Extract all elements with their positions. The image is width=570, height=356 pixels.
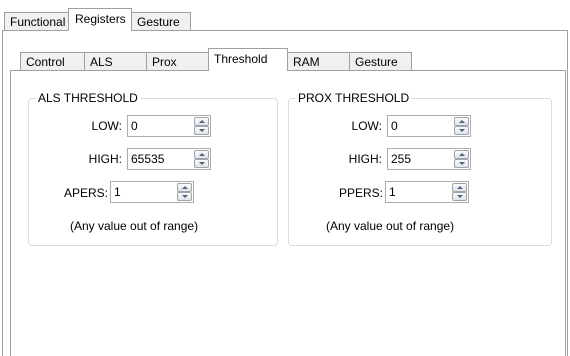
prox-pers-spinner[interactable]: 1 xyxy=(385,181,469,203)
tab-functional[interactable]: Functional xyxy=(4,12,69,30)
spin-down-button[interactable] xyxy=(177,192,192,201)
spin-up-button[interactable] xyxy=(454,150,469,159)
spin-up-button[interactable] xyxy=(177,183,192,192)
arrow-down-icon xyxy=(182,195,188,198)
arrow-up-icon xyxy=(457,186,463,189)
spinner-buttons xyxy=(454,117,469,135)
tab-als[interactable]: ALS xyxy=(84,52,147,70)
spin-down-button[interactable] xyxy=(194,126,209,135)
spinner-value[interactable]: 0 xyxy=(391,118,398,134)
arrow-up-icon xyxy=(459,120,465,123)
spin-down-button[interactable] xyxy=(452,192,467,201)
arrow-down-icon xyxy=(459,129,465,132)
spinner-buttons xyxy=(194,150,209,168)
group-title: PROX THRESHOLD xyxy=(296,90,412,106)
tab-threshold[interactable]: Threshold xyxy=(208,48,288,71)
arrow-up-icon xyxy=(182,186,188,189)
spin-down-button[interactable] xyxy=(194,159,209,168)
tab-control[interactable]: Control xyxy=(20,52,85,70)
tab-label: Threshold xyxy=(214,52,268,66)
spinner-buttons xyxy=(194,117,209,135)
arrow-up-icon xyxy=(199,120,205,123)
tab-label: Control xyxy=(26,55,65,69)
tab-gesture-main[interactable]: Gesture xyxy=(131,12,191,30)
als-range-note: (Any value out of range) xyxy=(70,219,199,233)
spin-up-button[interactable] xyxy=(194,117,209,126)
spin-up-button[interactable] xyxy=(452,183,467,192)
spinner-value[interactable]: 1 xyxy=(389,184,396,200)
spin-up-button[interactable] xyxy=(454,117,469,126)
prox-low-spinner[interactable]: 0 xyxy=(387,115,471,137)
tab-ram[interactable]: RAM xyxy=(287,52,350,70)
tab-label: Registers xyxy=(75,12,126,26)
spin-down-button[interactable] xyxy=(454,159,469,168)
tab-label: Gesture xyxy=(355,55,398,69)
arrow-down-icon xyxy=(199,162,205,165)
arrow-down-icon xyxy=(459,162,465,165)
prox-low-label: LOW: xyxy=(351,119,382,133)
als-pers-label: APERS: xyxy=(63,186,108,200)
tab-label: Gesture xyxy=(137,15,180,29)
arrow-down-icon xyxy=(199,129,205,132)
spinner-buttons xyxy=(177,183,192,201)
prox-pers-label: PPERS: xyxy=(338,186,383,200)
spinner-value[interactable]: 65535 xyxy=(131,151,164,167)
prox-high-spinner[interactable]: 255 xyxy=(387,148,471,170)
tab-label: Prox xyxy=(152,55,177,69)
spinner-buttons xyxy=(452,183,467,201)
prox-range-note: (Any value out of range) xyxy=(326,219,455,233)
als-low-label: LOW: xyxy=(91,119,122,133)
tab-gesture-sub[interactable]: Gesture xyxy=(349,52,412,70)
als-low-spinner[interactable]: 0 xyxy=(127,115,211,137)
tab-label: RAM xyxy=(293,55,320,69)
prox-high-label: HIGH: xyxy=(348,152,382,166)
tab-label: ALS xyxy=(90,55,113,69)
spin-up-button[interactable] xyxy=(194,150,209,159)
tab-prox[interactable]: Prox xyxy=(146,52,209,70)
group-title: ALS THRESHOLD xyxy=(36,90,140,106)
als-pers-spinner[interactable]: 1 xyxy=(110,181,194,203)
spin-down-button[interactable] xyxy=(454,126,469,135)
spinner-buttons xyxy=(454,150,469,168)
arrow-down-icon xyxy=(457,195,463,198)
als-high-label: HIGH: xyxy=(88,152,122,166)
arrow-up-icon xyxy=(459,153,465,156)
tab-label: Functional xyxy=(10,15,66,29)
spinner-value[interactable]: 255 xyxy=(391,151,411,167)
spinner-value[interactable]: 0 xyxy=(131,118,138,134)
arrow-up-icon xyxy=(199,153,205,156)
tab-registers[interactable]: Registers xyxy=(68,8,132,31)
spinner-value[interactable]: 1 xyxy=(114,184,121,200)
als-high-spinner[interactable]: 65535 xyxy=(127,148,211,170)
